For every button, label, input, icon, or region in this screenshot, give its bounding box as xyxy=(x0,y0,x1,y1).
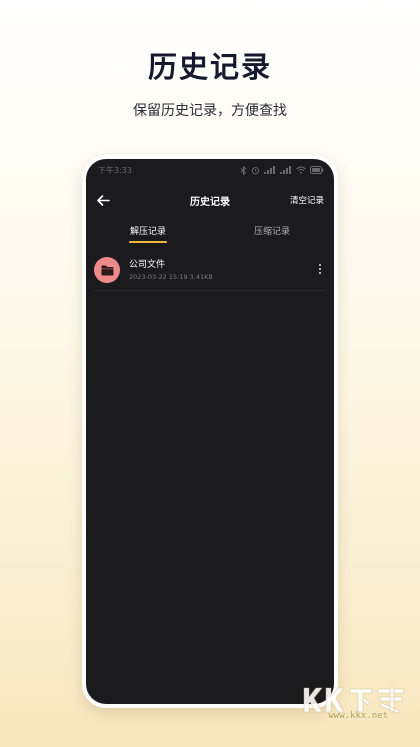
phone-screen: 下午3:33 历史记录 清空记录 解压记录 压缩记录 公司文件 2023-03-… xyxy=(86,159,334,704)
signal-icon xyxy=(280,166,291,174)
more-dot-icon xyxy=(319,272,321,274)
status-time: 下午3:33 xyxy=(98,165,132,175)
folder-avatar xyxy=(94,257,120,283)
status-icons xyxy=(240,165,324,175)
app-header: 历史记录 清空记录 xyxy=(86,187,334,213)
more-dot-icon xyxy=(319,268,321,270)
bluetooth-icon xyxy=(240,165,247,175)
more-dot-icon xyxy=(319,264,321,266)
battery-icon xyxy=(310,166,324,174)
tab-compress-history[interactable]: 压缩记录 xyxy=(232,224,312,237)
watermark-url: www.kkx.net xyxy=(328,711,388,721)
active-tab-indicator xyxy=(129,241,167,243)
folder-icon xyxy=(101,265,113,275)
status-bar: 下午3:33 xyxy=(86,159,334,181)
promo-title: 历史记录 xyxy=(147,50,272,84)
alarm-icon xyxy=(251,166,260,174)
more-options-button[interactable] xyxy=(314,261,326,277)
watermark: www.kkx.net xyxy=(290,686,410,727)
wifi-icon xyxy=(296,166,306,174)
list-item[interactable]: 公司文件 2023-03-22 15:19 3.41KB xyxy=(94,251,326,291)
tab-bar: 解压记录 压缩记录 xyxy=(86,219,334,247)
signal-icon xyxy=(264,166,275,174)
tab-extract-history[interactable]: 解压记录 xyxy=(108,224,188,237)
file-meta: 2023-03-22 15:19 3.41KB xyxy=(129,273,213,281)
promo-subtitle: 保留历史记录，方便查找 xyxy=(133,103,287,119)
clear-history-button[interactable]: 清空记录 xyxy=(290,194,324,206)
file-name: 公司文件 xyxy=(129,260,166,270)
